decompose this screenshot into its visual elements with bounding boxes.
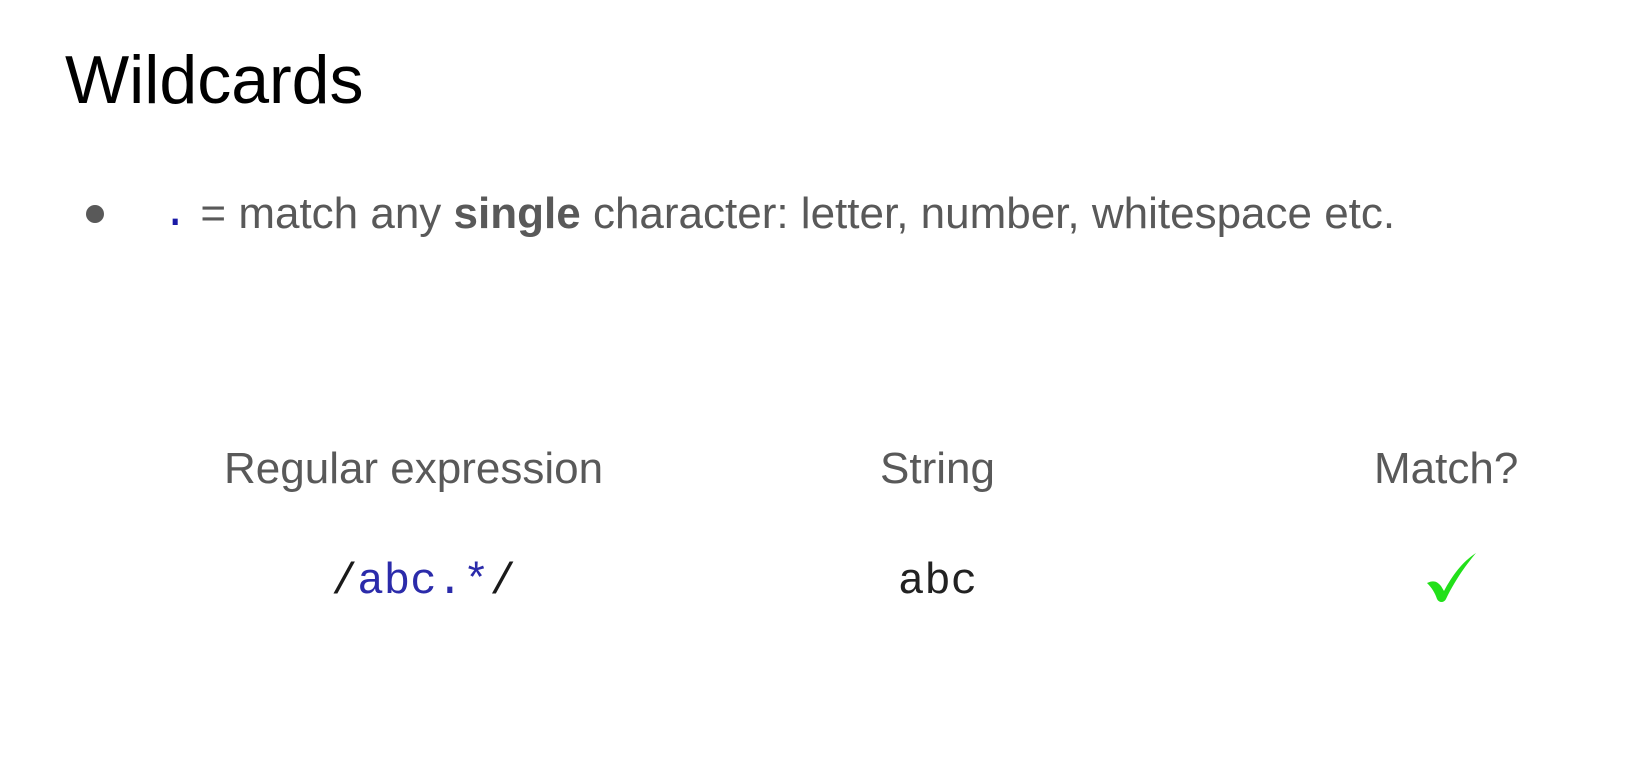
bullet-text-before: = match any [200, 189, 442, 238]
regex-pattern: abc.* [357, 557, 490, 607]
header-match: Match? [1374, 444, 1519, 493]
bullet-bold-word: single [453, 189, 581, 238]
bullet-text-after: character: letter, number, whitespace et… [592, 189, 1396, 238]
bullet-dot-icon [86, 205, 104, 223]
string-cell: abc [898, 557, 978, 607]
header-regular-expression: Regular expression [224, 444, 604, 493]
regex-open-slash: / [331, 557, 358, 607]
green-checkmark-icon [1427, 553, 1476, 602]
regex-close-slash: / [489, 557, 516, 607]
regex-cell: /abc.*/ [331, 556, 516, 608]
slide-title: Wildcards [65, 42, 364, 118]
bullet-item: . = match any single character: letter, … [86, 186, 1395, 242]
wildcard-code: . [162, 189, 189, 239]
header-string: String [880, 444, 995, 493]
